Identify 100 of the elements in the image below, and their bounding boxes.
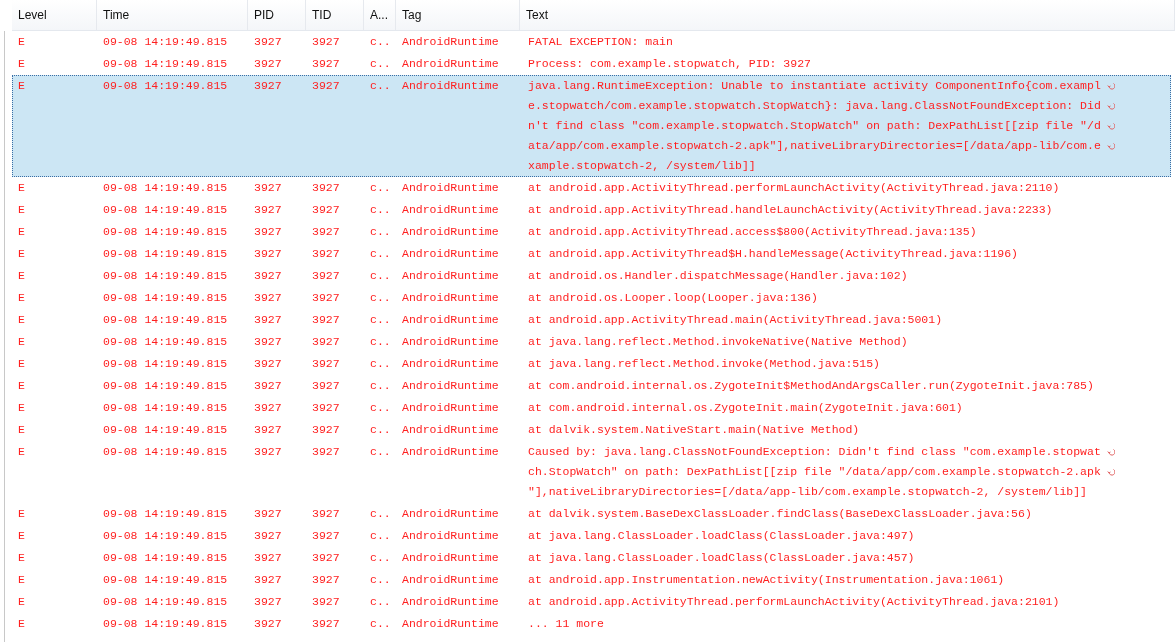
tag-cell-text: AndroidRuntime [401, 224, 500, 240]
time-cell-text: 09-08 14:19:49.815 [102, 268, 229, 284]
tid-cell-text: 3927 [311, 312, 341, 328]
tag-cell-text: AndroidRuntime [401, 506, 500, 522]
level-cell-text: E [17, 506, 26, 522]
message-text: Process: com.example.stopwatch, PID: 3927 [528, 56, 811, 72]
pid-cell-text: 3927 [253, 594, 283, 610]
app-cell-text: c.. [369, 180, 392, 196]
pid-cell-text: 3927 [253, 246, 283, 262]
tag-cell-text: AndroidRuntime [401, 550, 500, 566]
app-cell-text: c.. [369, 528, 392, 544]
app-cell-text: c.. [369, 78, 392, 94]
tag-cell-text: AndroidRuntime [401, 78, 500, 94]
message-text: at android.app.ActivityThread.handleLaunchActivity(ActivityThread.java:2233) [528, 202, 1053, 218]
log-row[interactable]: E 09-08 14:19:49.815 3927 3927 c.. AndroidRuntime at android.app.ActivityThread.handleLaunchActivity(ActivityThread.java:2233) [12, 199, 1171, 221]
level-cell-text: E [17, 78, 26, 94]
column-header[interactable]: PID [248, 0, 306, 30]
log-row[interactable]: E 09-08 14:19:49.815 3927 3927 c.. AndroidRuntime at android.os.Handler.dispatchMessage(Handler.java:102) [12, 265, 1171, 287]
pid-cell-text: 3927 [253, 528, 283, 544]
level-cell-text: E [17, 56, 26, 72]
column-header[interactable]: Time [97, 0, 248, 30]
tag-cell-text: AndroidRuntime [401, 180, 500, 196]
message-text: ch.StopWatch" on path: DexPathList[[zip file "/data/app/com.example.stopwatch-2.apk [528, 464, 1101, 480]
pid-cell-text: 3927 [253, 616, 283, 632]
log-row[interactable]: E 09-08 14:19:49.815 3927 3927 c.. AndroidRuntime at android.app.ActivityThread.performLaunchActivity(ActivityThread.java:2101) [12, 591, 1171, 613]
pid-cell-text: 3927 [253, 334, 283, 350]
message-text: at android.app.Instrumentation.newActivity(Instrumentation.java:1061) [528, 572, 1005, 588]
column-header[interactable]: TID [306, 0, 364, 30]
level-cell-text: E [17, 550, 26, 566]
time-cell-text: 09-08 14:19:49.815 [102, 422, 229, 438]
line-wrap-icon [1106, 468, 1115, 476]
log-row[interactable]: E 09-08 14:19:49.815 3927 3927 c.. AndroidRuntime ... 11 more [12, 613, 1171, 635]
log-row[interactable]: E 09-08 14:19:49.815 3927 3927 c.. AndroidRuntime at android.os.Looper.loop(Looper.java:136) [12, 287, 1171, 309]
tag-cell-text: AndroidRuntime [401, 202, 500, 218]
log-row[interactable]: E 09-08 14:19:49.815 3927 3927 c.. AndroidRuntime at com.android.internal.os.ZygoteInit$MethodAndArgsCaller.run(ZygoteInit.java:785) [12, 375, 1171, 397]
app-cell-text: c.. [369, 506, 392, 522]
message-text: at android.app.ActivityThread$H.handleMessage(ActivityThread.java:1196) [528, 246, 1018, 262]
message-text: at java.lang.reflect.Method.invokeNative(Native Method) [528, 334, 908, 350]
column-header[interactable]: Text [520, 0, 1175, 30]
log-row[interactable]: E 09-08 14:19:49.815 3927 3927 c.. AndroidRuntime at android.app.Instrumentation.newActivity(Instrumentation.java:1061) [12, 569, 1171, 591]
tag-cell-text: AndroidRuntime [401, 422, 500, 438]
column-header[interactable]: Tag [396, 0, 520, 30]
time-cell-text: 09-08 14:19:49.815 [102, 224, 229, 240]
log-row[interactable]: E 09-08 14:19:49.815 3927 3927 c.. AndroidRuntime at com.android.internal.os.ZygoteInit.main(ZygoteInit.java:601) [12, 397, 1171, 419]
time-cell-text: 09-08 14:19:49.815 [102, 528, 229, 544]
tag-cell-text: AndroidRuntime [401, 56, 500, 72]
message-text: ata/app/com.example.stopwatch-2.apk"],nativeLibraryDirectories=[/data/app-lib/com.e [528, 138, 1101, 154]
tid-cell-text: 3927 [311, 202, 341, 218]
log-row[interactable]: E 09-08 14:19:49.815 3927 3927 c.. AndroidRuntime at java.lang.ClassLoader.loadClass(ClassLoader.java:497) [12, 525, 1171, 547]
tag-cell-text: AndroidRuntime [401, 378, 500, 394]
log-row[interactable]: E 09-08 14:19:49.815 3927 3927 c.. AndroidRuntime at java.lang.reflect.Method.invoke(Method.java:515) [12, 353, 1171, 375]
level-cell-text: E [17, 378, 26, 394]
time-cell-text: 09-08 14:19:49.815 [102, 550, 229, 566]
app-cell-text: c.. [369, 572, 392, 588]
level-cell-text: E [17, 202, 26, 218]
tid-cell-text: 3927 [311, 594, 341, 610]
app-cell-text: c.. [369, 56, 392, 72]
log-row[interactable]: E 09-08 14:19:49.815 3927 3927 c.. AndroidRuntime at dalvik.system.NativeStart.main(Native Method) [12, 419, 1171, 441]
tag-cell-text: AndroidRuntime [401, 268, 500, 284]
log-row[interactable]: E 09-08 14:19:49.815 3927 3927 c.. AndroidRuntime at android.app.ActivityThread.main(ActivityThread.java:5001) [12, 309, 1171, 331]
message-text: FATAL EXCEPTION: main [528, 34, 673, 50]
selected-log-row[interactable] [12, 75, 1171, 177]
pid-cell-text: 3927 [253, 180, 283, 196]
app-cell-text: c.. [369, 594, 392, 610]
level-cell-text: E [17, 334, 26, 350]
message-text: "],nativeLibraryDirectories=[/data/app-lib/com.example.stopwatch-2, /system/lib]] [528, 484, 1087, 500]
log-row[interactable]: E 09-08 14:19:49.815 3927 3927 c.. AndroidRuntime at android.app.ActivityThread.access$800(ActivityThread.java:135) [12, 221, 1171, 243]
tag-cell-text: AndroidRuntime [401, 572, 500, 588]
log-row[interactable]: E 09-08 14:19:49.815 3927 3927 c.. AndroidRuntime at java.lang.ClassLoader.loadClass(ClassLoader.java:457) [12, 547, 1171, 569]
pid-cell-text: 3927 [253, 312, 283, 328]
message-text: at android.os.Looper.loop(Looper.java:136) [528, 290, 818, 306]
tid-cell-text: 3927 [311, 290, 341, 306]
tid-cell-text: 3927 [311, 246, 341, 262]
log-row[interactable]: E 09-08 14:19:49.815 3927 3927 c.. AndroidRuntime at android.app.ActivityThread$H.handleMessage(ActivityThread.java:1196) [12, 243, 1171, 265]
log-row[interactable]: E 09-08 14:19:49.815 3927 3927 c.. AndroidRuntime Process: com.example.stopwatch, PID: 3927 [12, 53, 1171, 75]
message-text: at com.android.internal.os.ZygoteInit.main(ZygoteInit.java:601) [528, 400, 963, 416]
log-row[interactable]: E 09-08 14:19:49.815 3927 3927 c.. AndroidRuntime FATAL EXCEPTION: main [12, 31, 1171, 53]
pid-cell-text: 3927 [253, 56, 283, 72]
log-row[interactable]: E 09-08 14:19:49.815 3927 3927 c.. AndroidRuntime at dalvik.system.BaseDexClassLoader.findClass(BaseDexClassLoader.java:56) [12, 503, 1171, 525]
level-cell-text: E [17, 246, 26, 262]
log-row[interactable]: E 09-08 14:19:49.815 3927 3927 c.. AndroidRuntime at android.app.ActivityThread.performLaunchActivity(ActivityThread.java:2110) [12, 177, 1171, 199]
pid-cell-text: 3927 [253, 572, 283, 588]
tid-cell-text: 3927 [311, 334, 341, 350]
time-cell-text: 09-08 14:19:49.815 [102, 290, 229, 306]
tid-cell-text: 3927 [311, 180, 341, 196]
tag-cell-text: AndroidRuntime [401, 290, 500, 306]
app-cell-text: c.. [369, 400, 392, 416]
tid-cell-text: 3927 [311, 56, 341, 72]
column-header[interactable]: A... [364, 0, 396, 30]
log-row[interactable]: E 09-08 14:19:49.815 3927 3927 c.. AndroidRuntime at java.lang.reflect.Method.invokeNative(Native Method) [12, 331, 1171, 353]
line-wrap-icon [1106, 82, 1115, 90]
level-cell-text: E [17, 594, 26, 610]
app-cell-text: c.. [369, 34, 392, 50]
level-cell-text: E [17, 444, 26, 460]
message-text: Caused by: java.lang.ClassNotFoundException: Didn't find class "com.example.stopwat [528, 444, 1101, 460]
column-header[interactable]: Level [12, 0, 97, 30]
message-text: at dalvik.system.NativeStart.main(Native Method) [528, 422, 860, 438]
pid-cell-text: 3927 [253, 290, 283, 306]
tag-cell-text: AndroidRuntime [401, 356, 500, 372]
level-cell-text: E [17, 356, 26, 372]
